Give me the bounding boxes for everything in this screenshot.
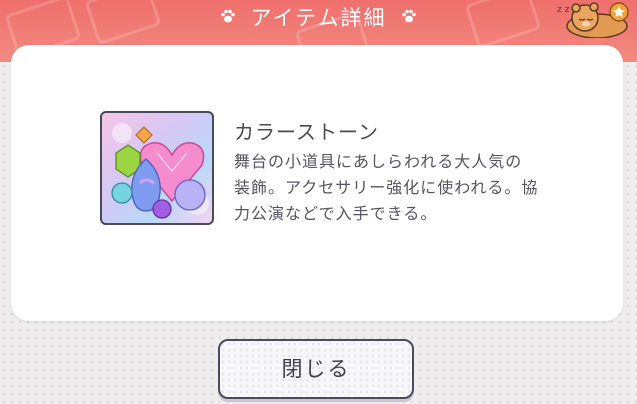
page-title: アイテム詳細 [250,6,387,30]
paw-icon [401,6,417,32]
item-description: 舞台の小道具にあしらわれる大人気の装飾。アクセサリー強化に使われる。協力公演など… [234,152,539,223]
svg-text:z z: z z [557,5,570,15]
header-title-row: アイテム詳細 [0,5,637,32]
item-name: カラーストーン [234,120,379,144]
paw-icon [220,6,236,32]
mascot-icon: z z [549,0,633,39]
item-detail-card: カラーストーン 舞台の小道具にあしらわれる大人気の装飾。アクセサリー強化に使われ… [11,45,623,321]
close-button[interactable]: 閉じる [218,339,414,399]
color-stone-icon [100,111,214,225]
